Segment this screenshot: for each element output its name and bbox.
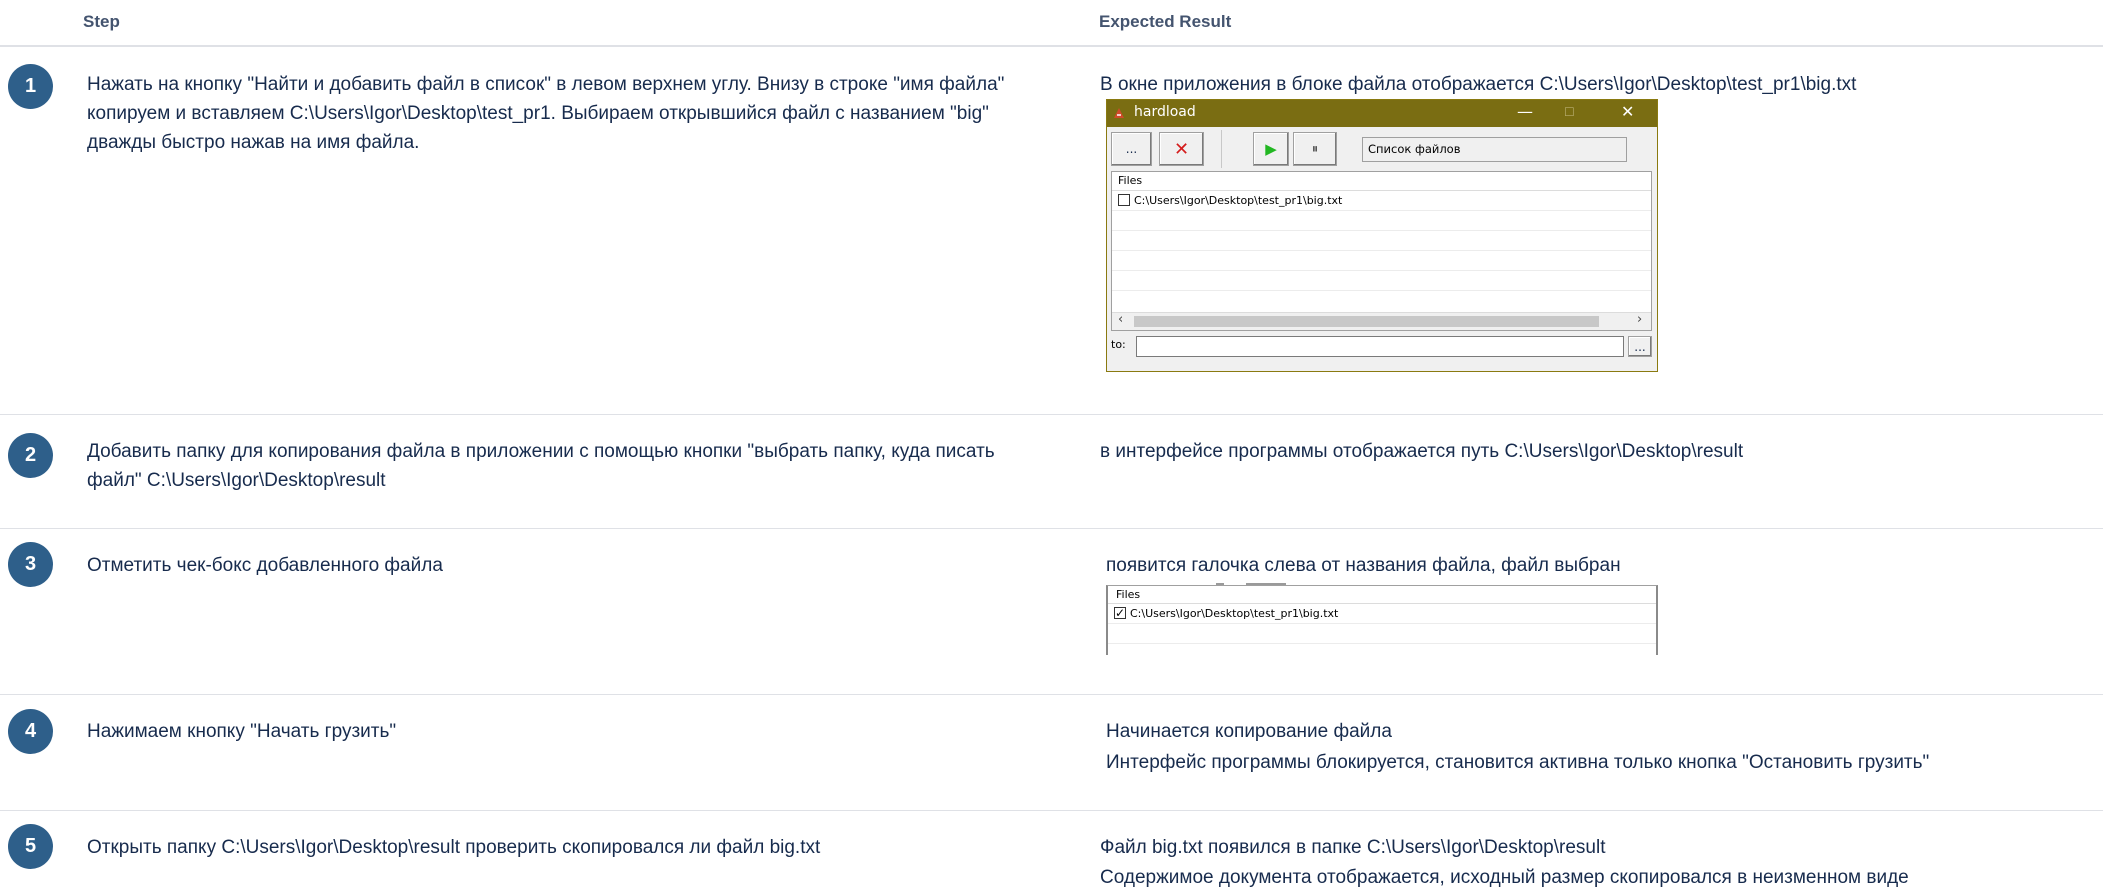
app-icon [1114, 108, 1124, 118]
file-list[interactable]: Files C:\Users\Igor\Desktop\test_pr1\big… [1111, 171, 1652, 331]
empty-list-row [1112, 251, 1651, 271]
step-description: Открыть папку C:\Users\Igor\Desktop\resu… [87, 837, 821, 858]
browse-file-button[interactable]: ... [1111, 132, 1152, 166]
empty-list-row [1108, 624, 1656, 644]
close-button[interactable]: ✕ [1621, 102, 1634, 121]
step-number-badge: 5 [8, 824, 53, 869]
maximize-button[interactable]: ☐ [1564, 105, 1575, 119]
expected-result-text: появится галочка слева от названия файла… [1106, 555, 1621, 576]
scroll-left-icon[interactable]: ‹ [1118, 312, 1123, 327]
toolbar-separator [1221, 130, 1222, 168]
header-divider [0, 45, 2103, 47]
empty-list-row [1112, 231, 1651, 251]
step-number-badge: 4 [8, 709, 53, 754]
window-title: hardload [1134, 104, 1196, 120]
step-description: Добавить папку для копирования файла в п… [87, 441, 995, 491]
app-window-screenshot: hardload — ☐ ✕ ... ✕ ▶ ⏸ Список файлов F… [1106, 99, 1658, 372]
row-divider [0, 528, 2103, 529]
expected-result-text: в интерфейсе программы отображается путь… [1100, 441, 1744, 462]
window-titlebar: hardload — ☐ ✕ [1107, 100, 1657, 127]
checked-file-screenshot: Files C:\Users\Igor\Desktop\test_pr1\big… [1106, 585, 1658, 655]
row-divider [0, 694, 2103, 695]
file-path: C:\Users\Igor\Desktop\test_pr1\big.txt [1130, 607, 1339, 620]
file-list-item: C:\Users\Igor\Desktop\test_pr1\big.txt [1108, 604, 1656, 624]
row-divider [0, 414, 2103, 415]
step-number-badge: 2 [8, 433, 53, 478]
choose-folder-button[interactable]: ... [1628, 336, 1652, 357]
expected-result-line: Начинается копирование файла [1106, 721, 1392, 742]
expected-result-column-header: Expected Result [1099, 12, 1232, 31]
close-red-icon: ✕ [1173, 138, 1190, 160]
checked-checkbox-icon [1114, 604, 1126, 623]
file-path: C:\Users\Igor\Desktop\test_pr1\big.txt [1134, 194, 1343, 207]
row-divider [0, 810, 2103, 811]
play-icon: ▶ [1265, 140, 1277, 158]
destination-path-input[interactable] [1136, 336, 1624, 357]
empty-list-row [1112, 271, 1651, 291]
file-checkbox[interactable] [1118, 194, 1130, 206]
file-list-item[interactable]: C:\Users\Igor\Desktop\test_pr1\big.txt [1112, 191, 1651, 211]
step-number-badge: 1 [8, 64, 53, 109]
expected-result-text: В окне приложения в блоке файла отобража… [1100, 74, 1857, 95]
horizontal-scrollbar[interactable]: ‹ › [1112, 312, 1651, 330]
files-column-header: Files [1112, 172, 1651, 191]
stop-upload-button[interactable]: ⏸ [1293, 132, 1337, 166]
start-upload-button[interactable]: ▶ [1253, 132, 1289, 166]
to-label: to: [1111, 338, 1126, 351]
expected-result-line: Интерфейс программы блокируется, станови… [1106, 752, 1930, 773]
step-number-badge: 3 [8, 542, 53, 587]
expected-result-line: Содержимое документа отображается, исход… [1100, 867, 1909, 888]
pause-icon: ⏸ [1311, 141, 1319, 157]
remove-file-button[interactable]: ✕ [1159, 132, 1204, 166]
expected-result-line: Файл big.txt появился в папке C:\Users\I… [1100, 837, 1606, 858]
step-description: Нажимаем кнопку "Начать грузить" [87, 721, 397, 742]
step-description: Нажать на кнопку "Найти и добавить файл … [87, 74, 1005, 153]
empty-list-row [1112, 211, 1651, 231]
files-column-header: Files [1108, 586, 1656, 604]
step-column-header: Step [83, 12, 120, 31]
minimize-button[interactable]: — [1517, 102, 1533, 121]
scroll-right-icon[interactable]: › [1637, 312, 1642, 327]
scrollbar-thumb[interactable] [1134, 316, 1599, 327]
status-field: Список файлов [1362, 137, 1627, 162]
step-description: Отметить чек-бокс добавленного файла [87, 555, 443, 576]
